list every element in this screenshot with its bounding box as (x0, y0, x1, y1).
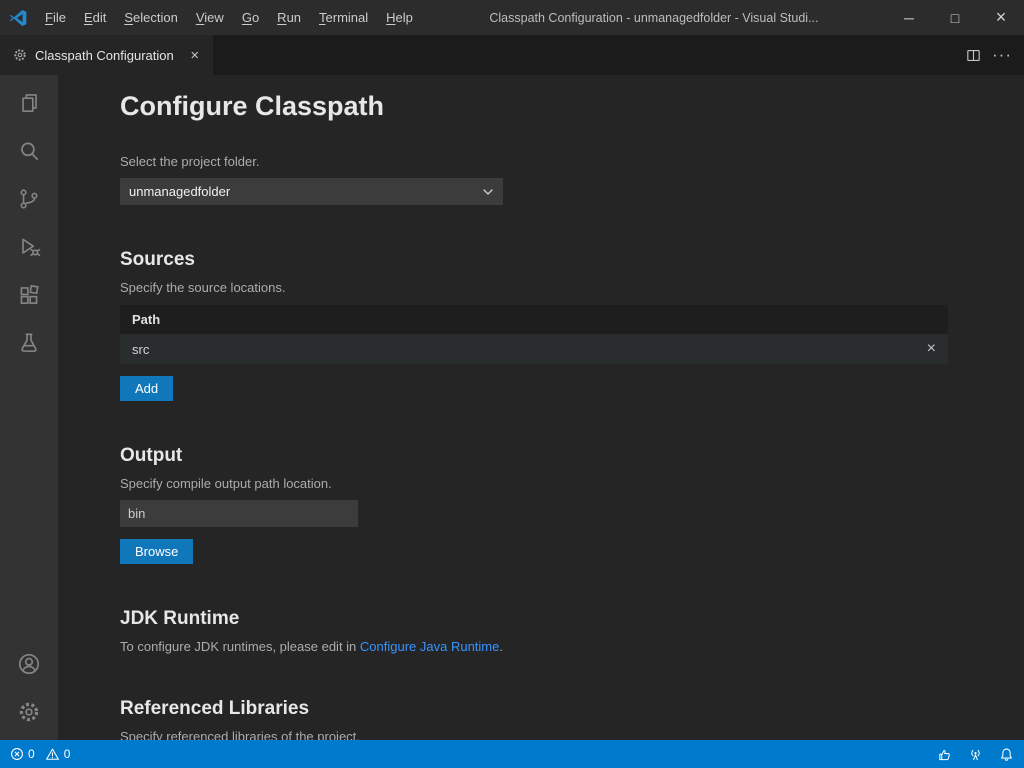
project-folder-value: unmanagedfolder (129, 184, 230, 199)
main-area: Configure Classpath Select the project f… (0, 75, 1024, 740)
chevron-down-icon (481, 185, 495, 199)
thumbs-up-icon[interactable] (937, 747, 952, 762)
output-heading: Output (120, 445, 948, 467)
more-actions-icon[interactable]: ··· (992, 50, 1012, 60)
path-column-header: Path (132, 312, 160, 327)
menu-selection[interactable]: Selection (115, 0, 186, 35)
vscode-window: File Edit Selection View Go Run Terminal… (0, 0, 1024, 768)
configure-java-runtime-link[interactable]: Configure Java Runtime (360, 639, 499, 654)
radio-tower-icon[interactable] (968, 747, 983, 762)
sources-heading: Sources (120, 249, 948, 271)
activity-bar-bottom (5, 640, 53, 736)
titlebar: File Edit Selection View Go Run Terminal… (0, 0, 1024, 35)
activity-bar (0, 75, 58, 740)
menu-help[interactable]: Help (377, 0, 422, 35)
warning-count: 0 (64, 747, 71, 761)
menu-run[interactable]: Run (268, 0, 310, 35)
tab-label: Classpath Configuration (35, 48, 174, 63)
sources-table-header: Path (120, 305, 948, 334)
window-title: Classpath Configuration - unmanagedfolde… (422, 11, 886, 25)
project-folder-select[interactable]: unmanagedfolder (120, 178, 503, 205)
tab-classpath-configuration[interactable]: Classpath Configuration × (0, 35, 213, 75)
search-icon[interactable] (5, 127, 53, 175)
remove-source-icon[interactable]: × (927, 341, 936, 357)
warning-icon (45, 747, 60, 761)
editor-actions: ··· (965, 35, 1024, 75)
maximize-button[interactable]: □ (932, 0, 978, 35)
classpath-configuration-editor: Configure Classpath Select the project f… (58, 75, 1024, 740)
minimize-button[interactable]: ─ (886, 0, 932, 35)
menu-bar: File Edit Selection View Go Run Terminal… (36, 0, 422, 35)
jdk-runtime-heading: JDK Runtime (120, 608, 948, 630)
referenced-libraries-heading: Referenced Libraries (120, 698, 948, 720)
menu-view[interactable]: View (187, 0, 233, 35)
status-bar: 0 0 (0, 740, 1024, 768)
close-window-button[interactable]: × (978, 0, 1024, 35)
jdk-text-after: . (499, 639, 503, 654)
menu-edit[interactable]: Edit (75, 0, 115, 35)
explorer-icon[interactable] (5, 79, 53, 127)
jdk-runtime-description: To configure JDK runtimes, please edit i… (120, 639, 948, 654)
error-count: 0 (28, 747, 35, 761)
bell-icon[interactable] (999, 747, 1014, 762)
browse-output-button[interactable]: Browse (120, 539, 193, 564)
project-folder-label: Select the project folder. (120, 154, 948, 169)
sources-description: Specify the source locations. (120, 280, 948, 295)
jdk-text-before: To configure JDK runtimes, please edit i… (120, 639, 360, 654)
accounts-icon[interactable] (5, 640, 53, 688)
vscode-logo-icon (0, 8, 36, 28)
menu-go[interactable]: Go (233, 0, 268, 35)
source-path-value: src (132, 342, 149, 357)
page-title: Configure Classpath (120, 91, 948, 122)
settings-gear-icon[interactable] (5, 688, 53, 736)
editor-tab-bar: Classpath Configuration × ··· (0, 35, 1024, 75)
classpath-tab-icon (12, 47, 28, 63)
extensions-icon[interactable] (5, 271, 53, 319)
menu-file[interactable]: File (36, 0, 75, 35)
testing-icon[interactable] (5, 319, 53, 367)
window-controls: ─ □ × (886, 0, 1024, 35)
error-icon (10, 747, 24, 761)
activity-bar-top (5, 79, 53, 367)
menu-terminal[interactable]: Terminal (310, 0, 377, 35)
problems-indicator[interactable]: 0 0 (10, 740, 70, 768)
sources-table: Path src × (120, 305, 948, 364)
add-source-button[interactable]: Add (120, 376, 173, 401)
source-control-icon[interactable] (5, 175, 53, 223)
tab-close-icon[interactable]: × (185, 45, 205, 65)
referenced-libraries-description: Specify referenced libraries of the proj… (120, 729, 948, 740)
table-row[interactable]: src × (120, 334, 948, 364)
split-editor-icon[interactable] (965, 47, 982, 64)
output-description: Specify compile output path location. (120, 476, 948, 491)
output-path-input[interactable] (120, 500, 358, 527)
status-bar-right (937, 740, 1014, 768)
status-bar-left: 0 0 (10, 740, 70, 768)
run-and-debug-icon[interactable] (5, 223, 53, 271)
